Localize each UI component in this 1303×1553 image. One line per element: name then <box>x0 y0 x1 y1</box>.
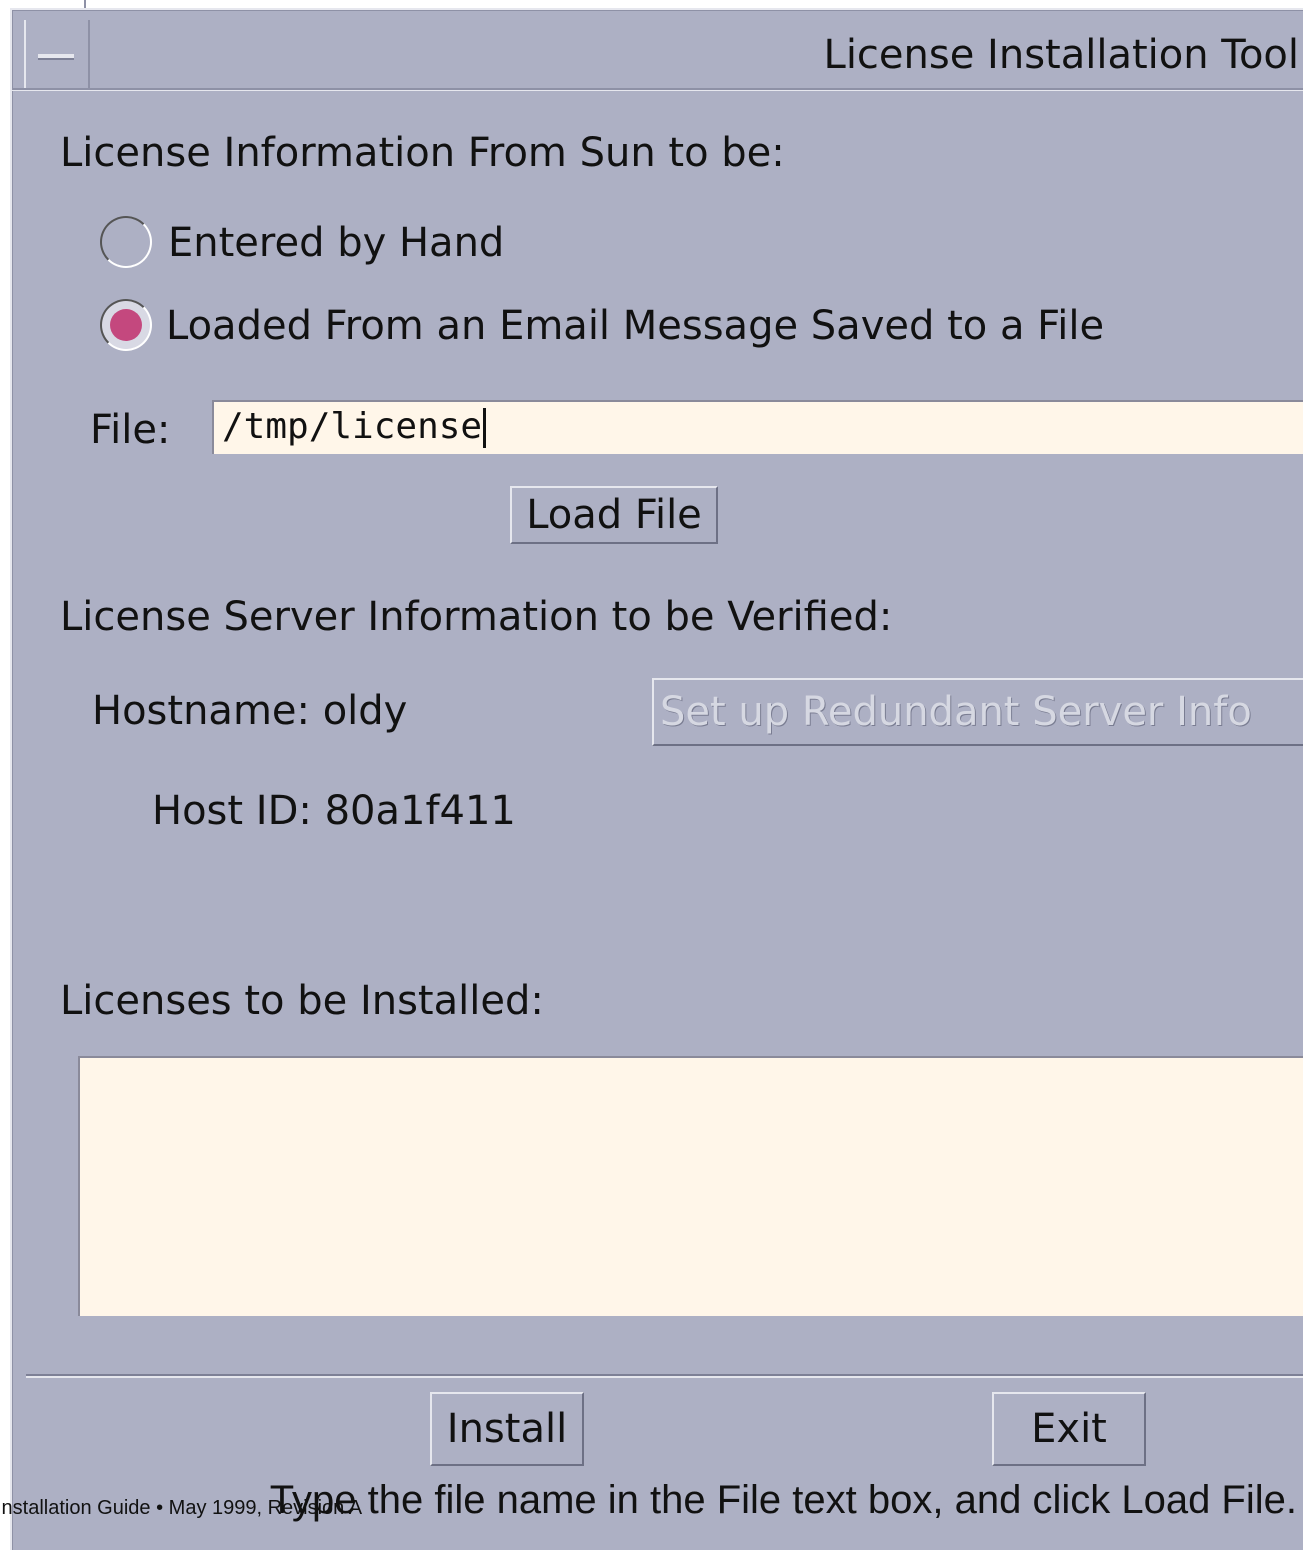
page-footer: Installation Guide • May 1999, Revision … <box>0 1497 363 1519</box>
file-label: File: <box>90 407 171 453</box>
install-button[interactable]: Install <box>430 1392 584 1466</box>
window-title: License Installation Tool <box>823 32 1299 78</box>
hostname-value: Hostname: oldy <box>92 688 408 734</box>
radio-entered-by-hand[interactable] <box>100 216 152 268</box>
load-file-button[interactable]: Load File <box>510 486 718 544</box>
text-cursor <box>483 408 487 448</box>
license-installation-window: License Installation Tool License Inform… <box>10 8 1303 1550</box>
radio-loaded-from-email-label[interactable]: Loaded From an Email Message Saved to a … <box>166 303 1104 349</box>
licenses-text-area[interactable] <box>78 1056 1303 1316</box>
radio-loaded-from-email[interactable] <box>100 299 152 351</box>
file-input[interactable]: /tmp/license <box>212 400 1303 454</box>
licenses-heading: Licenses to be Installed: <box>60 978 544 1024</box>
setup-redundant-server-button[interactable]: Set up Redundant Server Info <box>652 678 1303 746</box>
host-id-value: Host ID: 80a1f411 <box>152 788 516 834</box>
license-info-heading: License Information From Sun to be: <box>60 130 785 176</box>
radio-entered-by-hand-label[interactable]: Entered by Hand <box>168 220 504 266</box>
window-menu-bar <box>38 54 74 60</box>
file-input-value: /tmp/license <box>222 406 483 447</box>
button-separator <box>26 1374 1303 1376</box>
exit-button[interactable]: Exit <box>992 1392 1146 1466</box>
window-menu-icon[interactable] <box>24 20 90 88</box>
title-bar: License Installation Tool <box>12 10 1303 90</box>
server-info-heading: License Server Information to be Verifie… <box>60 594 893 640</box>
